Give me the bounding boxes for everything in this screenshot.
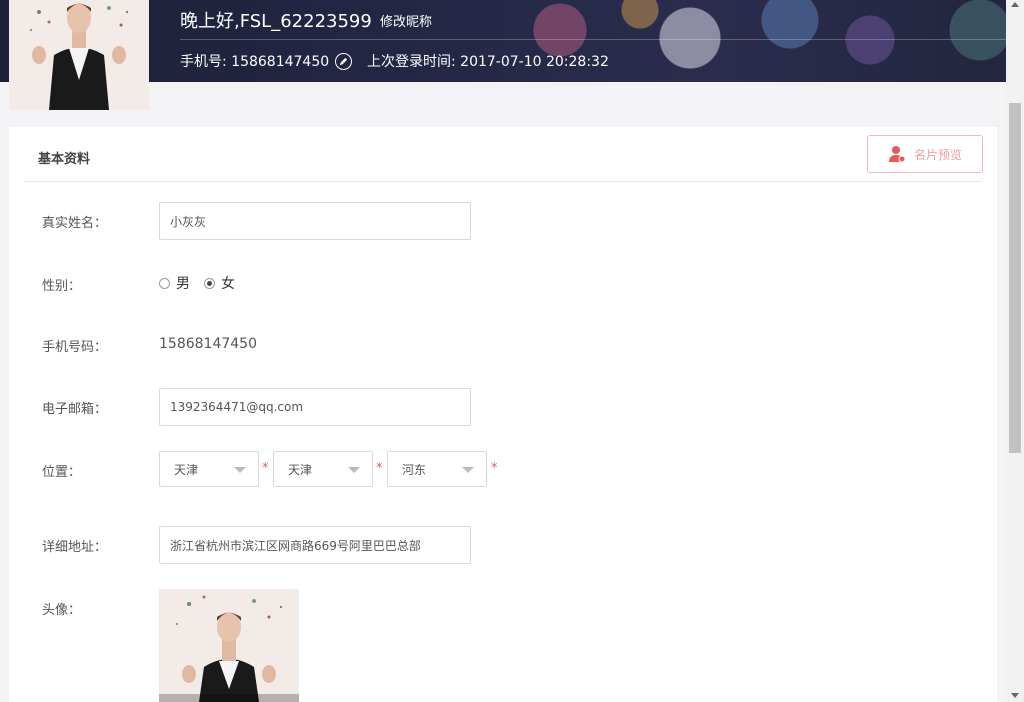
- edit-nickname-link[interactable]: 修改昵称: [380, 11, 432, 30]
- address-label: 详细地址：: [42, 540, 108, 555]
- city-value: 天津: [288, 462, 313, 477]
- district-value: 河东: [402, 462, 427, 477]
- edit-phone-icon[interactable]: [335, 52, 353, 70]
- last-login-time: 上次登录时间: 2017-07-10 20:28:32: [367, 54, 609, 70]
- mobile-label: 手机号码：: [42, 340, 108, 355]
- gender-female-label[interactable]: 女: [221, 273, 235, 293]
- mobile-value: 15868147450: [159, 336, 257, 352]
- gender-male-radio[interactable]: [159, 277, 170, 289]
- district-required-mark: *: [491, 461, 498, 476]
- scroll-up-arrow-icon[interactable]: [1011, 2, 1019, 7]
- user-avatar: [9, 0, 149, 110]
- panel-divider: [24, 181, 982, 182]
- chevron-down-icon: [462, 467, 474, 473]
- phone-info: 手机号: 15868147450: [180, 51, 353, 71]
- card-preview-label: 名片预览: [913, 147, 962, 162]
- page-scrollbar[interactable]: [1006, 0, 1024, 702]
- real-name-label: 真实姓名：: [42, 216, 108, 231]
- email-label: 电子邮箱：: [42, 402, 108, 417]
- gender-label: 性别：: [42, 279, 82, 294]
- panel-title: 基本资料: [38, 152, 91, 167]
- province-select[interactable]: 天津: [159, 451, 259, 487]
- greeting-text: 晚上好,FSL_62223599: [180, 11, 372, 32]
- gender-radio-group: 男 女: [159, 273, 249, 293]
- district-select[interactable]: 河东: [387, 451, 487, 487]
- banner-divider: [180, 39, 1006, 40]
- basic-info-panel: 基本资料 名片预览 真实姓名： 小灰灰 性别： 男 女 手机号码： 158681…: [9, 127, 997, 702]
- scroll-down-arrow-icon[interactable]: [1011, 693, 1019, 698]
- user-card-icon: [888, 146, 906, 163]
- profile-banner: 晚上好,FSL_62223599 修改昵称 手机号: 15868147450 上…: [0, 0, 1006, 82]
- gender-male-label[interactable]: 男: [176, 273, 190, 293]
- address-input[interactable]: 浙江省杭州市滨江区网商路669号阿里巴巴总部: [159, 526, 471, 564]
- chevron-down-icon: [234, 467, 246, 473]
- card-preview-button[interactable]: 名片预览: [867, 135, 983, 173]
- real-name-input[interactable]: 小灰灰: [159, 202, 471, 240]
- avatar-upload-image[interactable]: [159, 589, 299, 702]
- chevron-down-icon: [348, 467, 360, 473]
- email-input[interactable]: 1392364471@qq.com: [159, 388, 471, 426]
- province-value: 天津: [174, 462, 199, 477]
- scroll-thumb[interactable]: [1009, 103, 1021, 453]
- city-select[interactable]: 天津: [273, 451, 373, 487]
- phone-text: 手机号: 15868147450: [180, 54, 330, 70]
- location-label: 位置：: [42, 465, 82, 480]
- city-required-mark: *: [376, 461, 383, 476]
- gender-female-radio[interactable]: [204, 277, 215, 289]
- avatar-label: 头像：: [42, 603, 82, 618]
- province-required-mark: *: [262, 461, 269, 476]
